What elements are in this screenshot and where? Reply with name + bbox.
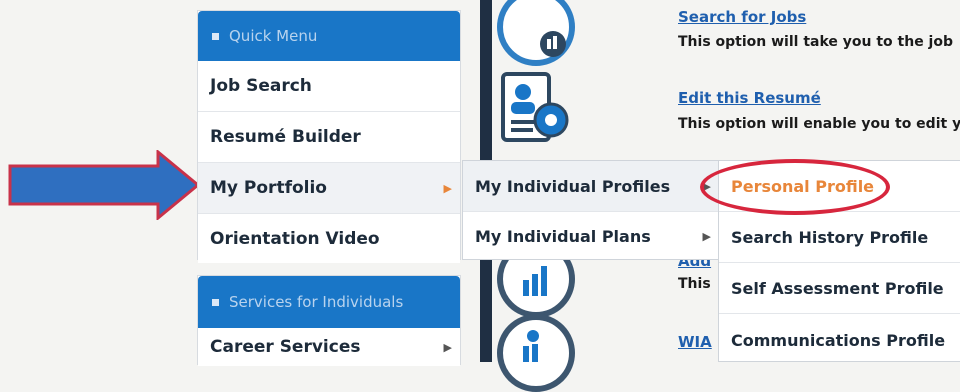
highlight-oval-annotation <box>700 159 890 215</box>
pointer-arrow-annotation <box>8 150 200 220</box>
edit-resume-description: This option will enable you to edit y <box>678 116 960 132</box>
search-jobs-icon[interactable] <box>497 0 575 66</box>
menu-item-resume-builder[interactable]: Resumé Builder <box>198 112 460 163</box>
search-jobs-description: This option will take you to the job <box>678 34 953 50</box>
chevron-right-icon: ▶ <box>702 230 711 243</box>
menu-item-label: Resumé Builder <box>210 127 361 147</box>
partial-link-2[interactable]: WIA <box>678 333 712 351</box>
chevron-right-icon: ▶ <box>443 181 452 195</box>
menu-item-career-services[interactable]: Career Services ▶ <box>198 328 460 366</box>
quick-menu-panel: Quick Menu Job Search Resumé Builder My … <box>197 10 461 263</box>
submenu-item-self-assessment-profile[interactable]: Self Assessment Profile <box>719 263 960 314</box>
search-jobs-link[interactable]: Search for Jobs <box>678 8 806 26</box>
services-title: Services for Individuals <box>229 293 404 311</box>
menu-item-label: My Portfolio <box>210 178 327 198</box>
submenu-item-search-history-profile[interactable]: Search History Profile <box>719 212 960 263</box>
bullet-icon <box>212 32 219 40</box>
services-panel: Services for Individuals Career Services… <box>197 275 461 366</box>
chevron-right-icon: ▶ <box>443 340 452 354</box>
submenu-item-individual-profiles[interactable]: My Individual Profiles ▶ <box>463 161 719 212</box>
submenu-item-label: Self Assessment Profile <box>731 278 944 298</box>
submenu-item-individual-plans[interactable]: My Individual Plans ▶ <box>463 212 719 261</box>
submenu-item-label: Communications Profile <box>731 330 946 350</box>
submenu-item-communications-profile[interactable]: Communications Profile <box>719 314 960 366</box>
services-header[interactable]: Services for Individuals <box>198 276 460 328</box>
portfolio-submenu: My Individual Profiles ▶ My Individual P… <box>462 160 720 260</box>
quick-menu-title: Quick Menu <box>229 27 318 45</box>
menu-item-orientation-video[interactable]: Orientation Video <box>198 214 460 263</box>
partial-description-1: This <box>678 276 711 292</box>
menu-item-label: Career Services <box>210 337 361 357</box>
resume-gear-icon[interactable] <box>497 70 575 150</box>
edit-resume-link[interactable]: Edit this Resumé <box>678 89 821 107</box>
submenu-item-label: Search History Profile <box>731 227 929 247</box>
submenu-item-label: My Individual Plans <box>475 227 651 246</box>
menu-item-label: Orientation Video <box>210 228 380 249</box>
menu-item-label: Job Search <box>210 76 312 96</box>
person-chart-icon[interactable] <box>497 314 575 392</box>
menu-item-job-search[interactable]: Job Search <box>198 61 460 112</box>
menu-item-my-portfolio[interactable]: My Portfolio ▶ <box>198 163 460 214</box>
quick-menu-header[interactable]: Quick Menu <box>198 11 460 61</box>
bullet-icon <box>212 298 219 306</box>
submenu-item-label: My Individual Profiles <box>475 176 671 196</box>
